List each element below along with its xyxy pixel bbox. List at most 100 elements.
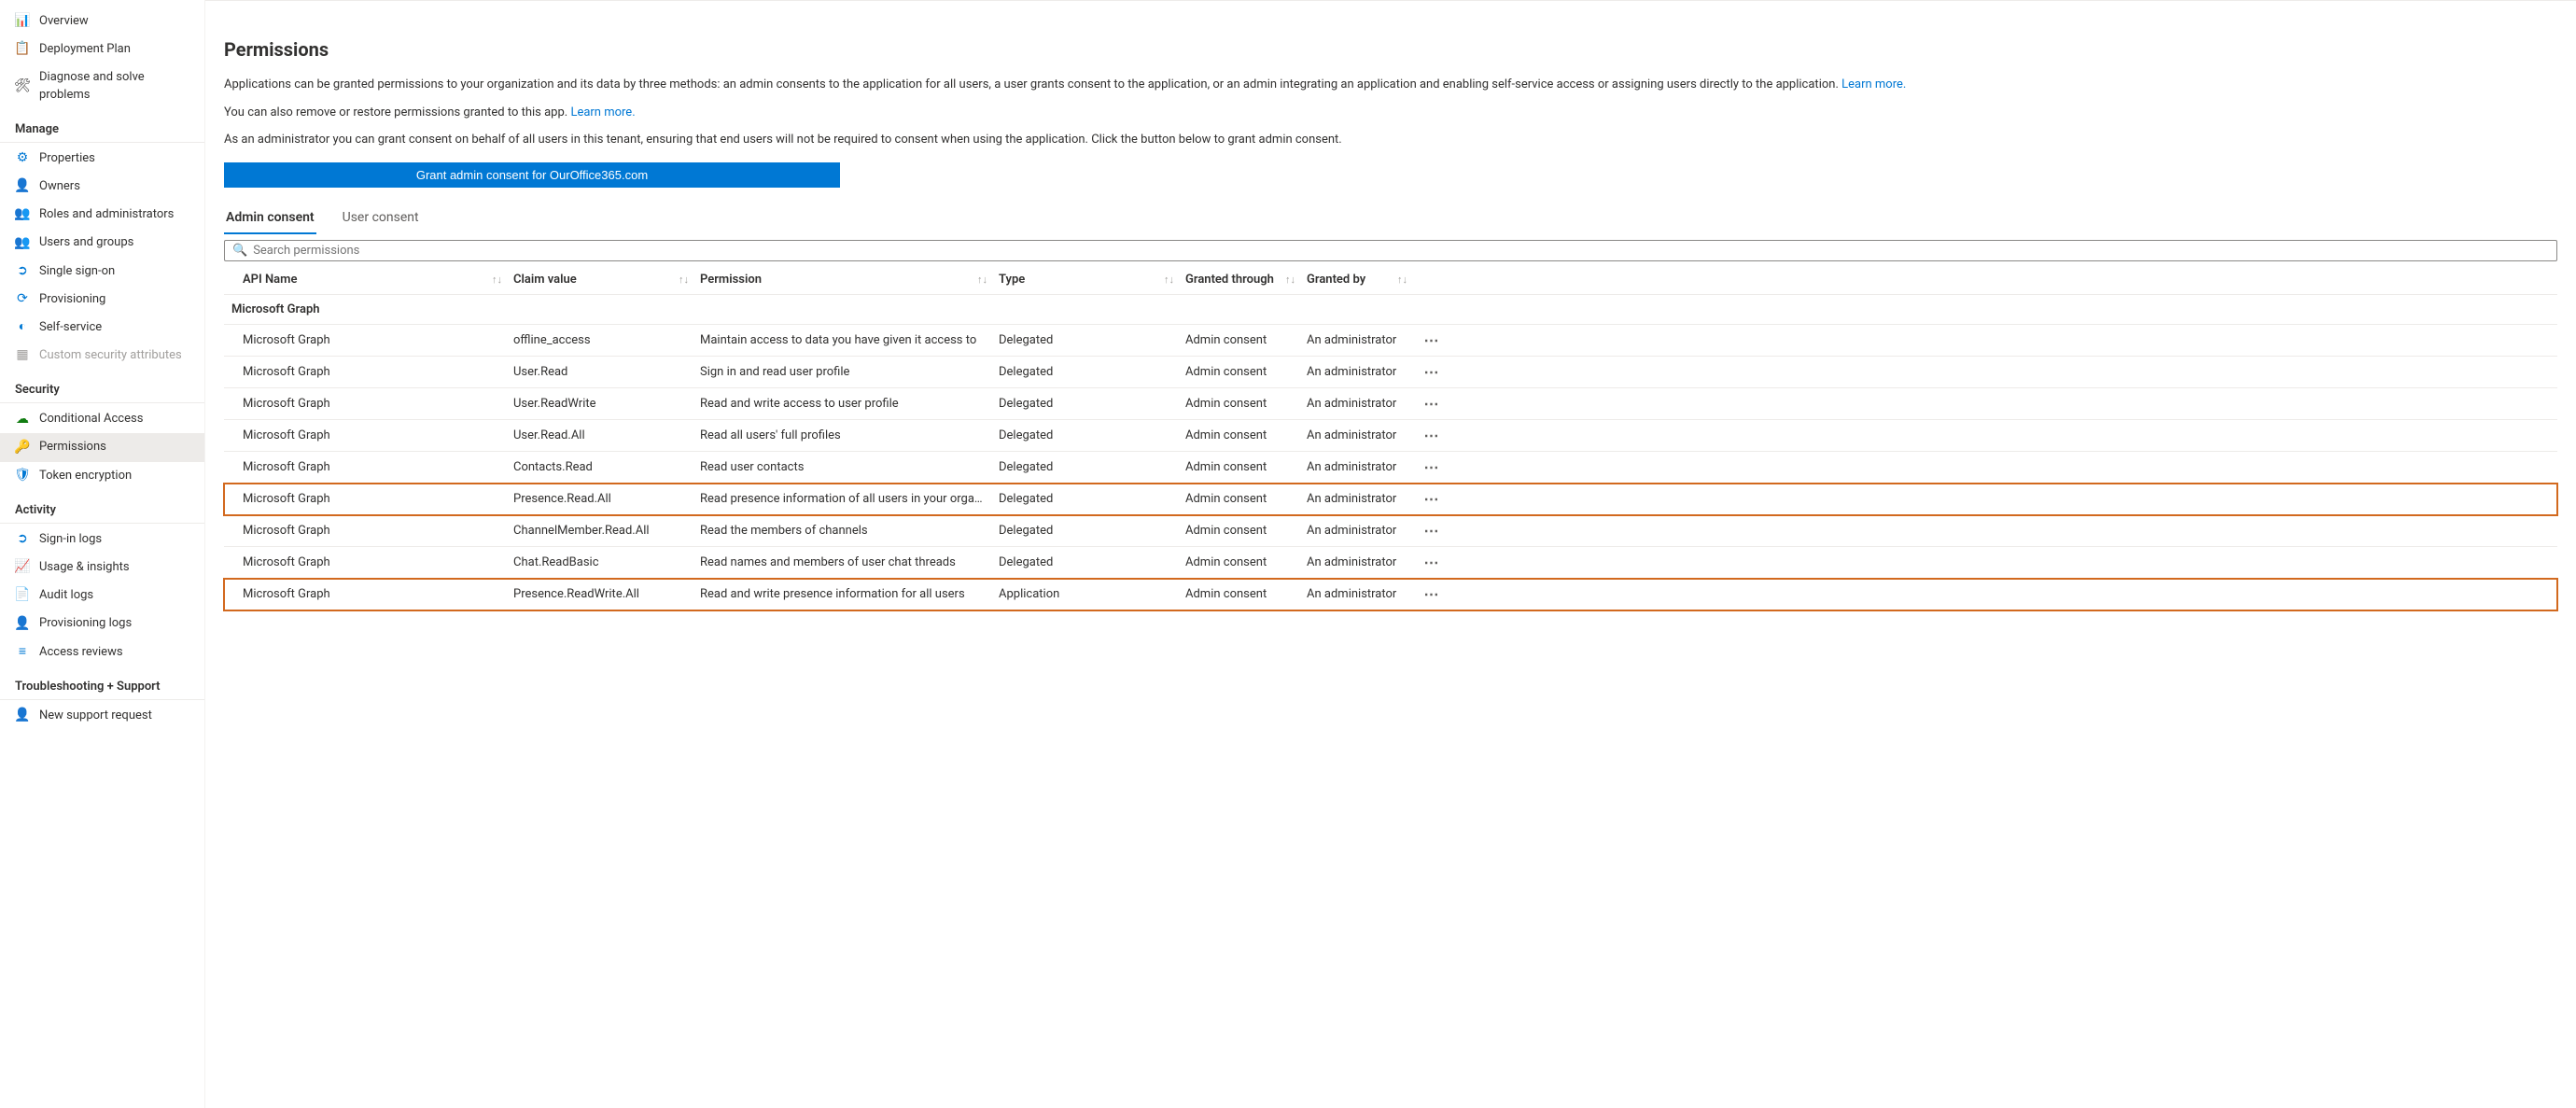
sort-icon: ↑↓	[1285, 273, 1295, 286]
cell-perm: Read and write access to user profile	[700, 397, 999, 411]
sort-icon: ↑↓	[1397, 273, 1407, 286]
sidebar-item-provisioning-logs[interactable]: 👤Provisioning logs	[0, 610, 204, 638]
table-row[interactable]: Microsoft GraphPresence.Read.AllRead pre…	[224, 484, 2557, 515]
cell-type: Delegated	[999, 524, 1185, 538]
sidebar: 📊 Overview 📋 Deployment Plan 🛠Diagnose and s…	[0, 0, 205, 1108]
sidebar-item-audit-logs[interactable]: 📄Audit logs	[0, 582, 204, 610]
search-permissions-box[interactable]: 🔍	[224, 240, 2557, 261]
row-actions-button[interactable]: ⋯	[1419, 554, 1456, 571]
col-permission[interactable]: Permission↑↓	[700, 273, 999, 287]
sidebar-item-signin-logs[interactable]: ➲ Sign-in logs	[0, 526, 204, 554]
table-row[interactable]: Microsoft GraphPresence.ReadWrite.AllRea…	[224, 579, 2557, 610]
sidebar-item-deployment-plan[interactable]: 📋 Deployment Plan	[0, 35, 204, 63]
search-permissions-input[interactable]	[253, 244, 2549, 258]
sidebar-item-token-encryption[interactable]: 🛡Token encryption	[0, 462, 204, 490]
overview-icon: 📊	[15, 14, 30, 29]
cell-type: Delegated	[999, 492, 1185, 506]
permissions-table: API Name↑↓ Claim value↑↓ Permission↑↓ Ty…	[224, 265, 2557, 610]
row-actions-button[interactable]: ⋯	[1419, 427, 1456, 444]
usage-insights-icon: 📈	[15, 560, 30, 575]
sidebar-item-sso[interactable]: ➲Single sign-on	[0, 258, 204, 286]
access-reviews-icon: ≡	[15, 645, 30, 660]
row-actions-button[interactable]: ⋯	[1419, 458, 1456, 476]
table-header-row: API Name↑↓ Claim value↑↓ Permission↑↓ Ty…	[224, 265, 2557, 295]
sidebar-item-self-service[interactable]: ◐Self-service	[0, 314, 204, 342]
page-title: Permissions	[224, 38, 2557, 61]
col-claim-value[interactable]: Claim value↑↓	[513, 273, 700, 287]
conditional-access-icon: ☁	[15, 412, 30, 427]
cell-granted_through: Admin consent	[1185, 492, 1307, 506]
sidebar-item-label: Self-service	[39, 319, 102, 336]
row-actions-button[interactable]: ⋯	[1419, 585, 1456, 603]
cell-granted_by: An administrator	[1307, 428, 1419, 442]
cell-api: Microsoft Graph	[224, 492, 513, 506]
sidebar-item-label: Audit logs	[39, 587, 93, 604]
sidebar-item-provisioning[interactable]: ⟳Provisioning	[0, 286, 204, 314]
table-row[interactable]: Microsoft GraphUser.ReadWriteRead and wr…	[224, 388, 2557, 420]
sidebar-item-label: Access reviews	[39, 644, 123, 661]
sidebar-item-label: Sign-in logs	[39, 531, 102, 548]
sidebar-item-conditional-access[interactable]: ☁Conditional Access	[0, 405, 204, 433]
col-granted-by[interactable]: Granted by↑↓	[1307, 273, 1419, 287]
cell-api: Microsoft Graph	[224, 587, 513, 601]
sidebar-item-new-support[interactable]: 👤New support request	[0, 702, 204, 730]
sidebar-item-diagnose[interactable]: 🛠Diagnose and solve problems	[0, 63, 204, 108]
cell-api: Microsoft Graph	[224, 365, 513, 379]
cell-type: Delegated	[999, 460, 1185, 474]
learn-more-link-1[interactable]: Learn more.	[1841, 77, 1906, 91]
sidebar-item-roles[interactable]: 👥Roles and administrators	[0, 201, 204, 229]
sidebar-item-access-reviews[interactable]: ≡ Access reviews	[0, 638, 204, 666]
roles-icon: 👥	[15, 207, 30, 222]
row-actions-button[interactable]: ⋯	[1419, 522, 1456, 540]
row-actions-button[interactable]: ⋯	[1419, 490, 1456, 508]
sidebar-item-properties[interactable]: ⚙Properties	[0, 145, 204, 173]
sidebar-item-owners[interactable]: 👤Owners	[0, 173, 204, 201]
sidebar-item-label: Diagnose and solve problems	[39, 69, 195, 103]
cell-granted_through: Admin consent	[1185, 587, 1307, 601]
cell-type: Delegated	[999, 397, 1185, 411]
sort-icon: ↑↓	[977, 273, 987, 286]
learn-more-link-2[interactable]: Learn more.	[570, 105, 635, 119]
sidebar-item-usage-insights[interactable]: 📈Usage & insights	[0, 554, 204, 582]
cell-api: Microsoft Graph	[224, 524, 513, 538]
col-api-name[interactable]: API Name↑↓	[224, 273, 513, 287]
sidebar-item-overview[interactable]: 📊 Overview	[0, 7, 204, 35]
sidebar-item-label: Provisioning	[39, 291, 105, 308]
table-row[interactable]: Microsoft GraphUser.Read.AllRead all use…	[224, 420, 2557, 452]
cell-granted_by: An administrator	[1307, 587, 1419, 601]
signin-logs-icon: ➲	[15, 532, 30, 547]
grant-admin-consent-button[interactable]: Grant admin consent for OurOffice365.com	[224, 162, 840, 188]
sidebar-item-label: Token encryption	[39, 468, 132, 484]
cell-claim: offline_access	[513, 333, 700, 347]
consent-tabs: Admin consent User consent	[224, 204, 2557, 234]
row-actions-button[interactable]: ⋯	[1419, 331, 1456, 349]
col-granted-through[interactable]: Granted through↑↓	[1185, 273, 1307, 287]
tab-admin-consent[interactable]: Admin consent	[224, 204, 316, 234]
cell-granted_by: An administrator	[1307, 524, 1419, 538]
sidebar-item-label: Overview	[39, 13, 89, 30]
row-actions-button[interactable]: ⋯	[1419, 395, 1456, 413]
table-row[interactable]: Microsoft GraphContacts.ReadRead user co…	[224, 452, 2557, 484]
table-row[interactable]: Microsoft GraphChannelMember.Read.AllRea…	[224, 515, 2557, 547]
cell-perm: Read the members of channels	[700, 524, 999, 538]
cell-granted_by: An administrator	[1307, 492, 1419, 506]
table-row[interactable]: Microsoft GraphUser.ReadSign in and read…	[224, 357, 2557, 388]
cell-granted_by: An administrator	[1307, 397, 1419, 411]
sidebar-item-label: New support request	[39, 708, 152, 724]
sidebar-item-permissions[interactable]: 🔑Permissions	[0, 433, 204, 461]
sidebar-item-users-groups[interactable]: 👥Users and groups	[0, 229, 204, 257]
tab-user-consent[interactable]: User consent	[341, 204, 421, 234]
sidebar-section-activity: Activity	[0, 490, 204, 524]
row-actions-button[interactable]: ⋯	[1419, 363, 1456, 381]
deployment-plan-icon: 📋	[15, 42, 30, 57]
cell-api: Microsoft Graph	[224, 397, 513, 411]
cell-granted_through: Admin consent	[1185, 428, 1307, 442]
sort-icon: ↑↓	[679, 273, 689, 286]
cell-granted_by: An administrator	[1307, 555, 1419, 569]
sidebar-item-label: Deployment Plan	[39, 41, 131, 58]
table-row[interactable]: Microsoft GraphChat.ReadBasicRead names …	[224, 547, 2557, 579]
description-2: You can also remove or restore permissio…	[224, 104, 2557, 122]
cell-perm: Read names and members of user chat thre…	[700, 555, 999, 569]
col-type[interactable]: Type↑↓	[999, 273, 1185, 287]
table-row[interactable]: Microsoft Graphoffline_accessMaintain ac…	[224, 325, 2557, 357]
